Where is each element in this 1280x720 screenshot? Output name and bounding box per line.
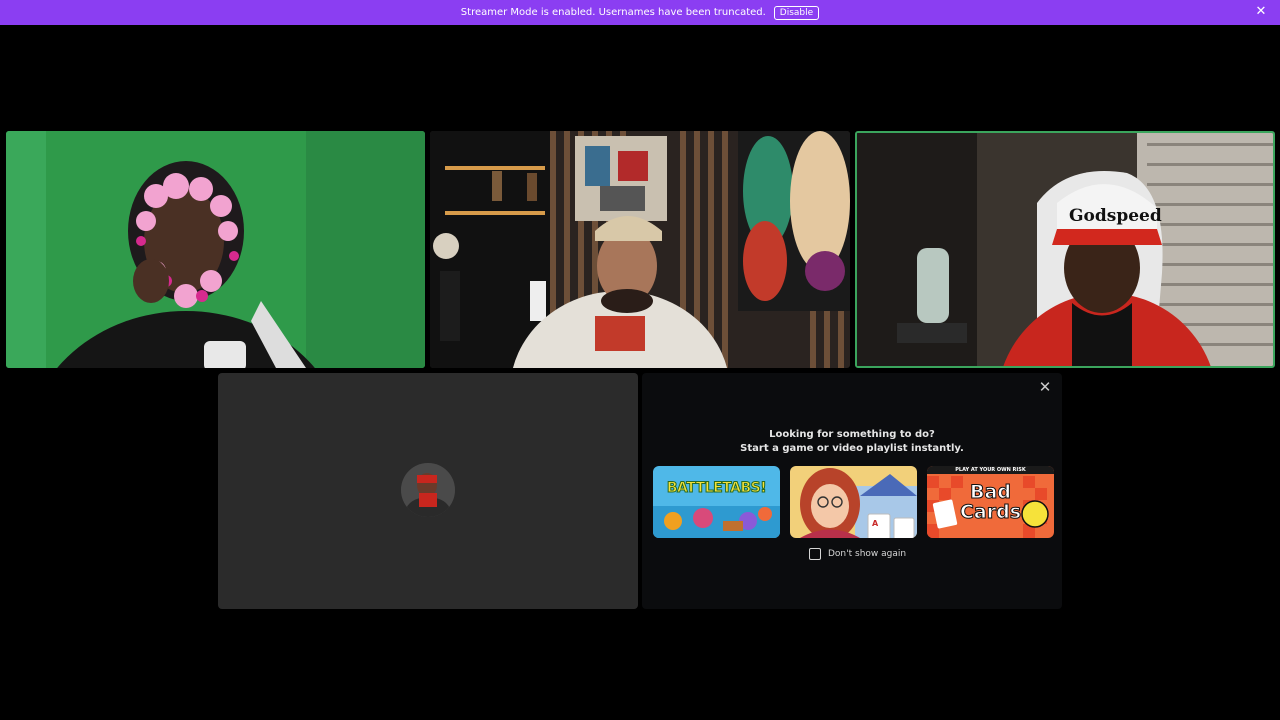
svg-text:A: A [872, 519, 879, 528]
activity-card-bad-cards[interactable]: PLAY AT YOUR OWN RISK Bad Cards [927, 466, 1054, 538]
bad-cards-header: PLAY AT YOUR OWN RISK [955, 467, 1026, 473]
banner-message: Streamer Mode is enabled. Usernames have… [460, 7, 766, 18]
user-avatar [401, 463, 455, 517]
video-tile-participant-1[interactable] [6, 131, 425, 368]
activity-cards: BATTLETABS! A PLAY AT YOUR OWN RISK Bad … [653, 466, 1054, 538]
activity-card-2[interactable]: A [790, 466, 917, 538]
dont-show-again-checkbox[interactable]: Don't show again [809, 548, 906, 560]
bad-cards-title: Bad Cards [959, 481, 1022, 523]
video-tile-participant-4-camera-off[interactable] [218, 373, 638, 609]
battletabs-art [653, 466, 780, 538]
card-game-art: A [790, 466, 917, 538]
checkbox-icon[interactable] [809, 548, 821, 560]
activity-card-battletabs[interactable]: BATTLETABS! [653, 466, 780, 538]
participant-3-video: Godspeed [857, 133, 1273, 366]
panel-subheading: Start a game or video playlist instantly… [740, 443, 964, 454]
activity-suggestions-panel: ✕ Looking for something to do? Start a g… [642, 373, 1062, 609]
video-tile-participant-2[interactable] [430, 131, 850, 368]
disable-streamer-mode-button[interactable]: Disable [773, 5, 820, 20]
dont-show-again-label: Don't show again [828, 549, 907, 559]
close-panel-icon[interactable]: ✕ [1036, 378, 1054, 396]
close-banner-icon[interactable]: ✕ [1254, 5, 1268, 19]
battletabs-title: BATTLETABS! [666, 480, 767, 497]
streamer-mode-banner: Streamer Mode is enabled. Usernames have… [0, 0, 1280, 25]
participant-1-video [6, 131, 425, 368]
svg-text:Godspeed: Godspeed [1069, 206, 1162, 226]
participant-2-video [430, 131, 850, 368]
video-tile-participant-3[interactable]: Godspeed [855, 131, 1275, 368]
panel-heading: Looking for something to do? [769, 429, 935, 440]
